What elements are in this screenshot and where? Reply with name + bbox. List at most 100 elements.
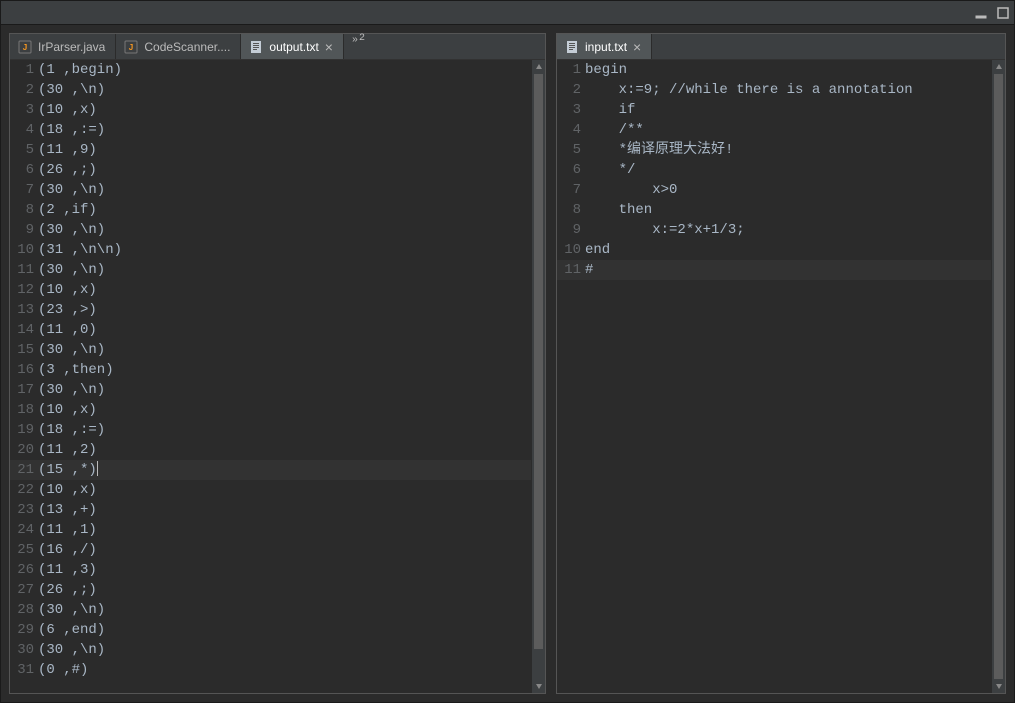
line-row[interactable]: 8 then [557, 200, 991, 220]
close-icon[interactable]: × [633, 40, 641, 54]
line-number: 1 [10, 60, 38, 80]
line-number: 12 [10, 280, 38, 300]
line-row[interactable]: 11# [557, 260, 991, 280]
line-row[interactable]: 8(2 ,if) [10, 200, 531, 220]
line-row[interactable]: 18(10 ,x) [10, 400, 531, 420]
right-scrollbar[interactable] [991, 60, 1005, 693]
left-editor[interactable]: 1(1 ,begin)2(30 ,\n)3(10 ,x)4(18 ,:=)5(1… [10, 60, 531, 693]
right-editor[interactable]: 1begin2 x:=9; //while there is a annotat… [557, 60, 991, 693]
line-number: 18 [10, 400, 38, 420]
line-content: (11 ,1) [38, 520, 531, 540]
titlebar [1, 1, 1014, 25]
line-row[interactable]: 25(16 ,/) [10, 540, 531, 560]
line-row[interactable]: 24(11 ,1) [10, 520, 531, 540]
line-content: begin [585, 60, 991, 80]
line-row[interactable]: 22(10 ,x) [10, 480, 531, 500]
line-number: 6 [10, 160, 38, 180]
line-number: 5 [10, 140, 38, 160]
line-content: (18 ,:=) [38, 120, 531, 140]
line-row[interactable]: 20(11 ,2) [10, 440, 531, 460]
line-number: 14 [10, 320, 38, 340]
line-number: 16 [10, 360, 38, 380]
line-number: 3 [557, 100, 585, 120]
line-row[interactable]: 1begin [557, 60, 991, 80]
line-row[interactable]: 12(10 ,x) [10, 280, 531, 300]
line-number: 22 [10, 480, 38, 500]
line-row[interactable]: 7(30 ,\n) [10, 180, 531, 200]
line-content: (26 ,;) [38, 580, 531, 600]
tab-irparser-java[interactable]: JIrParser.java [10, 34, 116, 59]
line-row[interactable]: 28(30 ,\n) [10, 600, 531, 620]
line-row[interactable]: 23(13 ,+) [10, 500, 531, 520]
line-row[interactable]: 7 x>0 [557, 180, 991, 200]
line-row[interactable]: 4 /** [557, 120, 991, 140]
scroll-up-icon[interactable] [992, 60, 1005, 74]
line-row[interactable]: 9 x:=2*x+1/3; [557, 220, 991, 240]
line-number: 8 [557, 200, 585, 220]
line-number: 5 [557, 140, 585, 160]
scrollbar-thumb[interactable] [994, 74, 1003, 679]
line-row[interactable]: 6 */ [557, 160, 991, 180]
line-row[interactable]: 1(1 ,begin) [10, 60, 531, 80]
line-row[interactable]: 31(0 ,#) [10, 660, 531, 680]
line-row[interactable]: 3 if [557, 100, 991, 120]
line-row[interactable]: 14(11 ,0) [10, 320, 531, 340]
tab-label: input.txt [585, 40, 627, 54]
line-row[interactable]: 13(23 ,>) [10, 300, 531, 320]
line-content: (11 ,0) [38, 320, 531, 340]
line-number: 23 [10, 500, 38, 520]
line-content: (2 ,if) [38, 200, 531, 220]
line-number: 29 [10, 620, 38, 640]
line-content: (15 ,*) [38, 460, 531, 480]
line-row[interactable]: 5(11 ,9) [10, 140, 531, 160]
scroll-down-icon[interactable] [992, 679, 1005, 693]
line-row[interactable]: 3(10 ,x) [10, 100, 531, 120]
line-number: 24 [10, 520, 38, 540]
line-row[interactable]: 19(18 ,:=) [10, 420, 531, 440]
line-row[interactable]: 11(30 ,\n) [10, 260, 531, 280]
close-icon[interactable]: × [325, 40, 333, 54]
minimize-button[interactable] [974, 6, 988, 20]
line-row[interactable]: 6(26 ,;) [10, 160, 531, 180]
line-row[interactable]: 10end [557, 240, 991, 260]
line-content: end [585, 240, 991, 260]
tab-output-txt[interactable]: output.txt× [241, 34, 344, 59]
line-row[interactable]: 21(15 ,*) [10, 460, 531, 480]
line-number: 30 [10, 640, 38, 660]
scroll-down-icon[interactable] [532, 679, 545, 693]
line-content: *编译原理大法好! [585, 140, 991, 160]
tab-input-txt[interactable]: input.txt × [557, 34, 652, 59]
line-row[interactable]: 27(26 ,;) [10, 580, 531, 600]
line-content: (0 ,#) [38, 660, 531, 680]
tab-codescanner-[interactable]: JCodeScanner.... [116, 34, 241, 59]
line-content: x>0 [585, 180, 991, 200]
line-row[interactable]: 30(30 ,\n) [10, 640, 531, 660]
line-row[interactable]: 2(30 ,\n) [10, 80, 531, 100]
tab-label: CodeScanner.... [144, 40, 230, 54]
line-number: 28 [10, 600, 38, 620]
line-number: 4 [557, 120, 585, 140]
line-row[interactable]: 2 x:=9; //while there is a annotation [557, 80, 991, 100]
tab-overflow-button[interactable]: »2 [344, 34, 373, 59]
line-number: 10 [10, 240, 38, 260]
left-scrollbar[interactable] [531, 60, 545, 693]
line-row[interactable]: 5 *编译原理大法好! [557, 140, 991, 160]
chevron-right-icon: » [352, 36, 358, 46]
line-content: (18 ,:=) [38, 420, 531, 440]
line-row[interactable]: 26(11 ,3) [10, 560, 531, 580]
line-row[interactable]: 15(30 ,\n) [10, 340, 531, 360]
line-row[interactable]: 29(6 ,end) [10, 620, 531, 640]
maximize-button[interactable] [996, 6, 1010, 20]
line-content: (11 ,3) [38, 560, 531, 580]
line-number: 11 [557, 260, 585, 280]
line-number: 26 [10, 560, 38, 580]
line-row[interactable]: 9(30 ,\n) [10, 220, 531, 240]
line-row[interactable]: 17(30 ,\n) [10, 380, 531, 400]
line-number: 7 [557, 180, 585, 200]
line-row[interactable]: 10(31 ,\n\n) [10, 240, 531, 260]
line-content: x:=9; //while there is a annotation [585, 80, 991, 100]
line-row[interactable]: 16(3 ,then) [10, 360, 531, 380]
line-row[interactable]: 4(18 ,:=) [10, 120, 531, 140]
scroll-up-icon[interactable] [532, 60, 545, 74]
scrollbar-thumb[interactable] [534, 74, 543, 649]
